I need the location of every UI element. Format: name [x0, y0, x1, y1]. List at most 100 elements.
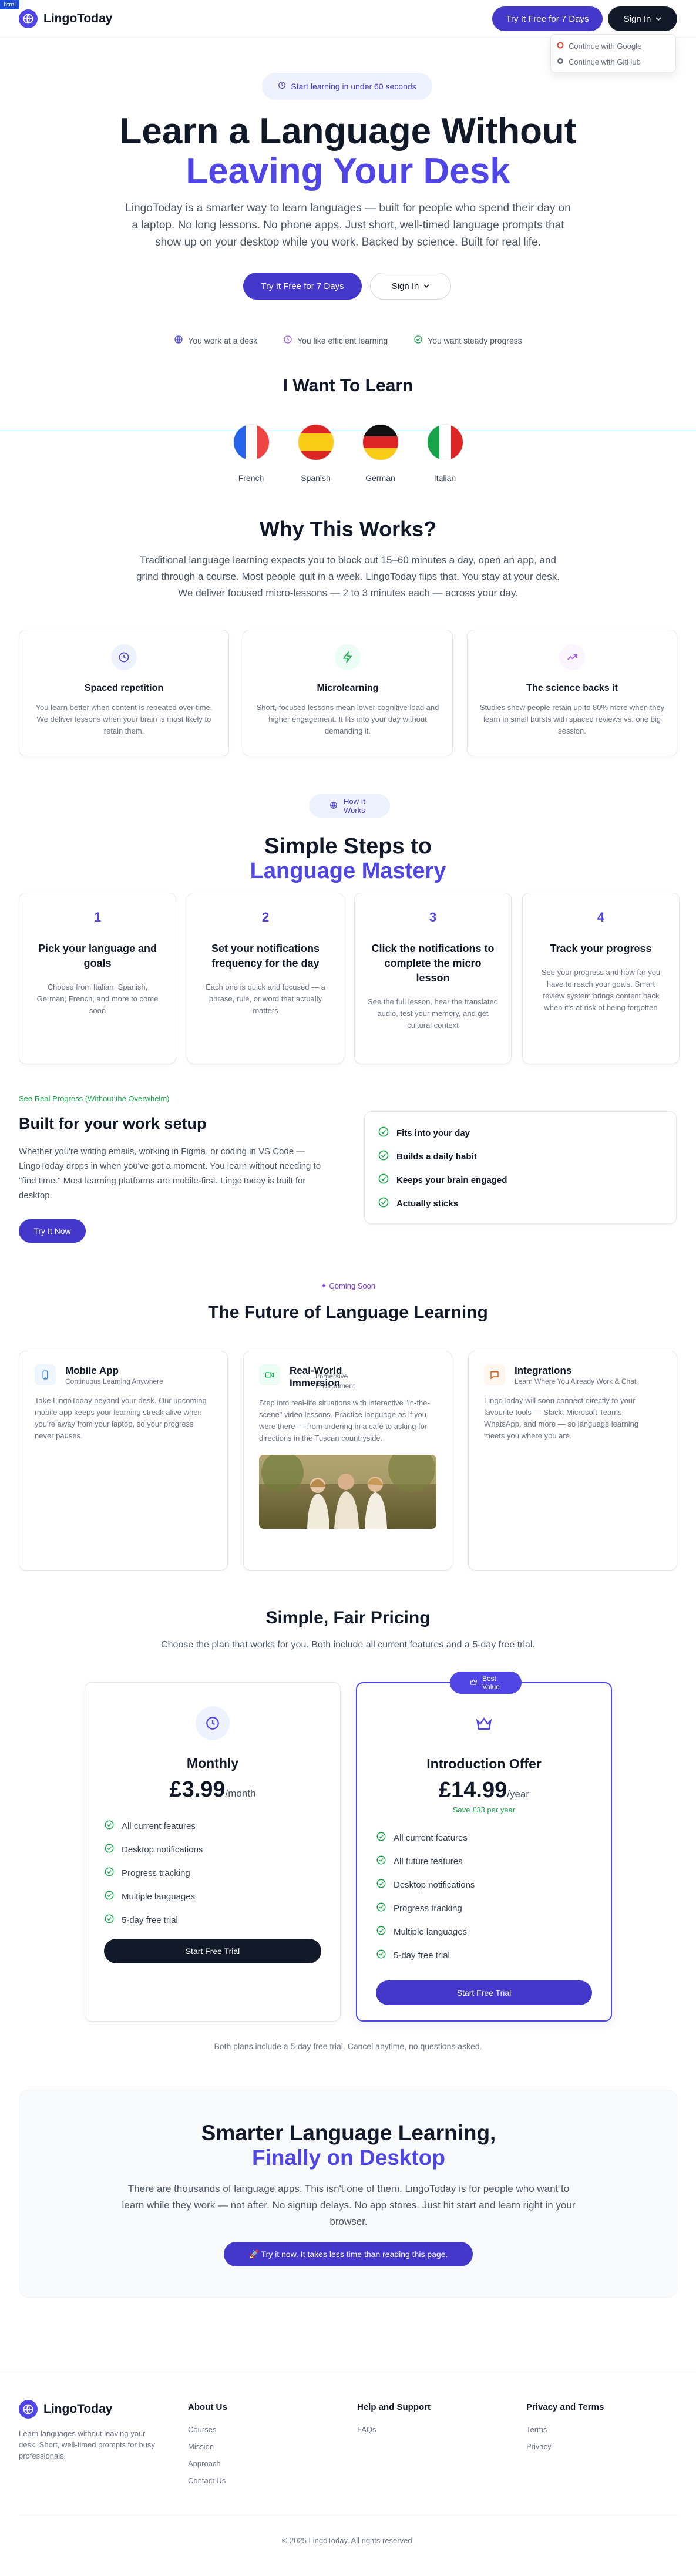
step-body: Each one is quick and focused — a phrase…	[206, 983, 325, 1015]
intro-start-trial-button[interactable]: Start Free Trial	[376, 1980, 592, 2005]
footer-logo[interactable]: LingoToday	[19, 2400, 112, 2419]
plan-feature-list: All current features All future features…	[357, 1826, 611, 1967]
header-logo[interactable]: LingoToday	[19, 9, 112, 28]
clock-icon	[196, 1706, 230, 1740]
step-number: 2	[261, 910, 270, 924]
plan-price: £3.99/month	[85, 1777, 340, 1802]
plan-feature: 5-day free trial	[104, 1908, 321, 1932]
language-option-spanish[interactable]: Spanish	[297, 424, 335, 483]
step-title: Click the notifications to complete the …	[371, 943, 495, 984]
step-card: 1 Pick your language and goals Choose fr…	[19, 893, 176, 1064]
hero-pill-text: Start learning in under 60 seconds	[291, 82, 416, 91]
header-sign-in-button[interactable]: Sign In	[608, 6, 677, 31]
google-icon	[557, 42, 564, 51]
language-option-french[interactable]: French	[233, 424, 270, 483]
continue-with-github-item[interactable]: Continue with GitHub	[557, 54, 670, 70]
plan-feature-label: Desktop notifications	[122, 1844, 203, 1855]
best-value-label: Best Value	[482, 1674, 500, 1691]
footer-link-courses[interactable]: Courses	[188, 2425, 227, 2434]
built-body: Whether you're writing emails, working i…	[19, 1146, 321, 1200]
steps-title-line2: Language Mastery	[250, 859, 446, 883]
plan-feature-label: Progress tracking	[394, 1903, 462, 1913]
cta-body: There are thousands of language apps. Th…	[122, 2183, 576, 2227]
feature-card-science: The science backs it Studies show people…	[467, 630, 677, 756]
chevron-down-icon	[423, 281, 429, 291]
clock-icon	[283, 335, 292, 346]
german-flag-icon	[362, 424, 399, 460]
plan-feature: Multiple languages	[376, 1920, 592, 1943]
how-it-works-pill: How It Works	[309, 794, 390, 818]
check-circle-icon	[104, 1913, 115, 1926]
checklist-label: Keeps your brain engaged	[396, 1175, 507, 1185]
spanish-flag-icon	[297, 424, 334, 460]
language-option-italian[interactable]: Italian	[426, 424, 464, 483]
future-title: The Future of Language Learning	[208, 1303, 488, 1322]
footer-link-mission[interactable]: Mission	[188, 2442, 227, 2451]
pricing-title: Simple, Fair Pricing	[265, 1608, 431, 1627]
checklist-item: Builds a daily habit	[378, 1145, 663, 1168]
language-option-german[interactable]: German	[362, 424, 399, 483]
cta-title: Smarter Language Learning, Finally on De…	[19, 2121, 678, 2170]
feature-card-spaced-repetition: Spaced repetition You learn better when …	[19, 630, 229, 756]
future-card-integrations: Integrations Learn Where You Already Wor…	[468, 1351, 677, 1571]
feature-body: You learn better when content is repeate…	[35, 703, 213, 735]
checklist-label: Actually sticks	[396, 1198, 459, 1209]
step-card: 3 Click the notifications to complete th…	[354, 893, 512, 1064]
header-try-free-button[interactable]: Try It Free for 7 Days	[492, 6, 603, 31]
future-card-body: LingoToday will soon connect directly to…	[484, 1396, 639, 1440]
continue-with-google-item[interactable]: Continue with Google	[557, 38, 670, 54]
language-label: Spanish	[301, 473, 331, 483]
footer-link-privacy[interactable]: Privacy	[526, 2442, 604, 2451]
plan-feature-label: Desktop notifications	[394, 1879, 475, 1890]
hero-try-free-button[interactable]: Try It Free for 7 Days	[243, 273, 362, 300]
globe-icon	[19, 9, 38, 28]
audience-label: You work at a desk	[188, 335, 258, 345]
plan-price-amount: £3.99	[169, 1777, 226, 1802]
audience-label: You want steady progress	[428, 335, 522, 345]
why-title: Why This Works?	[259, 517, 437, 541]
footer-link-approach[interactable]: Approach	[188, 2459, 227, 2468]
footer-logo-text: LingoToday	[43, 2402, 113, 2416]
hero-pill: Start learning in under 60 seconds	[262, 73, 432, 100]
footer-column-privacy: Privacy and Terms Terms Privacy	[526, 2402, 604, 2459]
future-card-subtitle: Continuous Learning Anywhere	[65, 1377, 163, 1385]
crown-icon	[469, 1678, 478, 1688]
plan-feature: Progress tracking	[376, 1896, 592, 1920]
footer-link-terms[interactable]: Terms	[526, 2425, 604, 2434]
clock-icon	[278, 81, 286, 92]
plan-feature-label: All future features	[394, 1856, 463, 1867]
language-label: German	[365, 473, 395, 483]
globe-icon	[19, 2400, 38, 2419]
learn-title: I Want To Learn	[283, 376, 413, 395]
footer-link-faqs[interactable]: FAQs	[357, 2425, 431, 2434]
cta-try-now-button[interactable]: 🚀 Try it now. It takes less time than re…	[224, 2242, 473, 2266]
monthly-start-trial-button[interactable]: Start Free Trial	[104, 1939, 321, 1963]
video-camera-icon	[259, 1364, 280, 1385]
plan-feature-label: Multiple languages	[394, 1926, 468, 1937]
check-circle-icon	[376, 1949, 386, 1962]
future-card-title: Real-World Immersion	[290, 1365, 342, 1388]
check-circle-icon	[104, 1867, 115, 1879]
audience-item: You work at a desk	[174, 335, 257, 346]
plan-feature: All current features	[104, 1814, 321, 1838]
built-title: Built for your work setup	[19, 1115, 207, 1132]
coming-soon-text: Coming Soon	[329, 1282, 376, 1290]
step-body: Choose from Italian, Spanish, German, Fr…	[36, 983, 159, 1015]
built-kicker: See Real Progress (Without the Overwhelm…	[19, 1094, 170, 1103]
sign-in-menu: Continue with Google Continue with GitHu…	[550, 34, 676, 73]
hero-sign-in-button[interactable]: Sign In	[370, 273, 451, 300]
hero-sign-in-label: Sign In	[391, 281, 419, 291]
audience-label: You like efficient learning	[297, 335, 388, 345]
try-it-now-button[interactable]: Try It Now	[19, 1219, 86, 1243]
plan-feature-label: 5-day free trial	[394, 1950, 450, 1960]
check-circle-icon	[104, 1843, 115, 1856]
plan-price-period: /year	[507, 1788, 530, 1800]
trending-up-icon	[559, 644, 585, 670]
footer-column-title: About Us	[188, 2402, 227, 2412]
check-circle-icon	[104, 1820, 115, 1832]
check-circle-icon	[378, 1196, 389, 1210]
footer-column-title: Help and Support	[357, 2402, 431, 2412]
language-label: French	[238, 473, 264, 483]
footer-link-contact[interactable]: Contact Us	[188, 2476, 227, 2485]
plan-feature: All current features	[376, 1826, 592, 1849]
